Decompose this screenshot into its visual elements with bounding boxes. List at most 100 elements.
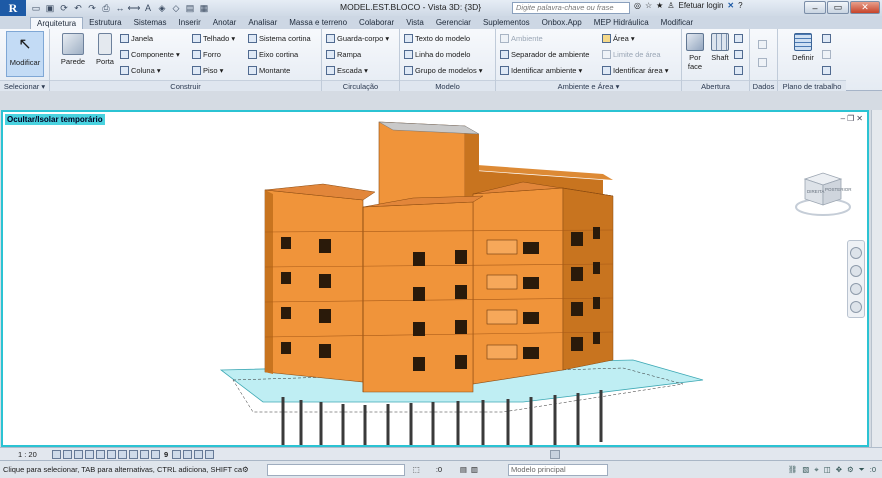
- user-icon[interactable]: ♙: [667, 1, 674, 10]
- ref-plane-button[interactable]: [822, 49, 831, 60]
- stair-button[interactable]: Escada ▾: [326, 65, 368, 76]
- select-links-icon[interactable]: ⛓: [788, 465, 798, 475]
- show-crop-icon[interactable]: [118, 449, 127, 459]
- tab-mep-hidraulica[interactable]: MEP Hidráulica: [588, 17, 655, 29]
- tab-onbox[interactable]: Onbox.App: [536, 17, 588, 29]
- binoculars-icon[interactable]: ◎: [634, 1, 641, 10]
- room-separator-button[interactable]: Separador de ambiente: [500, 49, 589, 60]
- tag-area-button[interactable]: Identificar área ▾: [602, 65, 668, 76]
- worksharing-icon[interactable]: [172, 449, 182, 459]
- close-hidden-icon[interactable]: ▦: [198, 2, 210, 14]
- panel-selecionar-label[interactable]: Selecionar ▾: [0, 80, 49, 91]
- railing-button[interactable]: Guarda-corpo ▾: [326, 33, 389, 44]
- window-button[interactable]: Janela: [120, 33, 153, 44]
- roof-button[interactable]: Telhado ▾: [192, 33, 235, 44]
- workplane-viewer-button[interactable]: [822, 65, 831, 76]
- application-menu-button[interactable]: R: [0, 0, 26, 16]
- exchange-icon[interactable]: ✕: [727, 1, 734, 10]
- steering-wheel-icon[interactable]: [850, 247, 862, 259]
- grid-button[interactable]: [758, 57, 767, 68]
- select-underlay-icon[interactable]: ▧: [802, 465, 809, 475]
- shaft-button[interactable]: Shaft: [708, 31, 732, 62]
- reveal-hidden-icon[interactable]: [151, 449, 160, 459]
- editable-only-icon[interactable]: ▥: [471, 465, 478, 474]
- background-process-icon[interactable]: ⚙: [847, 465, 854, 475]
- tab-arquitetura[interactable]: Arquitetura: [30, 17, 84, 29]
- design-option-dropdown[interactable]: Modelo principal: [508, 463, 609, 476]
- filter-icon[interactable]: ⏷: [859, 465, 865, 475]
- measure-icon[interactable]: ↔: [114, 2, 126, 14]
- tab-sistemas[interactable]: Sistemas: [128, 17, 173, 29]
- model-group-button[interactable]: Grupo de modelos ▾: [404, 65, 483, 76]
- maximize-button[interactable]: ▭: [827, 1, 849, 14]
- minimize-button[interactable]: –: [804, 1, 826, 14]
- text-icon[interactable]: A: [142, 2, 154, 14]
- constraints-icon[interactable]: [205, 449, 215, 459]
- tab-anotar[interactable]: Anotar: [207, 17, 243, 29]
- close-button[interactable]: ✕: [850, 1, 880, 14]
- worksets-icon[interactable]: ⚙: [242, 465, 249, 474]
- tab-massa-terreno[interactable]: Massa e terreno: [283, 17, 353, 29]
- panel-ambiente-label[interactable]: Ambiente e Área ▾: [496, 80, 681, 91]
- ceiling-button[interactable]: Forro: [192, 49, 221, 60]
- component-button[interactable]: Componente ▾: [120, 49, 180, 60]
- level-button[interactable]: [758, 39, 767, 50]
- viewcube-right-face[interactable]: DIREITA: [807, 189, 824, 194]
- render-icon[interactable]: [96, 449, 105, 459]
- dimension-icon[interactable]: ⟷: [128, 2, 141, 14]
- curtain-grid-button[interactable]: Eixo cortina: [248, 49, 298, 60]
- wall-opening-button[interactable]: [734, 33, 743, 44]
- area-button[interactable]: Área ▾: [602, 33, 635, 44]
- viewcube-back-face[interactable]: POSTERIOR: [825, 187, 852, 192]
- model-line-button[interactable]: Linha do modelo: [404, 49, 470, 60]
- building-model[interactable]: [3, 112, 867, 445]
- door-button[interactable]: Porta: [88, 31, 122, 66]
- redo-icon[interactable]: ↷: [86, 2, 98, 14]
- sun-path-icon[interactable]: [74, 449, 83, 459]
- room-button[interactable]: Ambiente: [500, 33, 543, 44]
- mullion-button[interactable]: Montante: [248, 65, 290, 76]
- viewcube[interactable]: DIREITA POSTERIOR: [795, 167, 852, 216]
- select-by-face-icon[interactable]: ◫: [824, 465, 831, 475]
- drag-elements-icon[interactable]: ✥: [836, 465, 842, 475]
- tab-suplementos[interactable]: Suplementos: [477, 17, 536, 29]
- undo-icon[interactable]: ↶: [72, 2, 84, 14]
- login-button[interactable]: Efetuar login: [679, 1, 724, 10]
- lock-view-icon[interactable]: [129, 449, 138, 459]
- save-icon[interactable]: ▣: [44, 2, 56, 14]
- area-boundary-button[interactable]: Limite de área: [602, 49, 661, 60]
- tab-colaborar[interactable]: Colaborar: [353, 17, 400, 29]
- tab-analisar[interactable]: Analisar: [242, 17, 283, 29]
- subscription-icon[interactable]: ☆: [645, 1, 652, 10]
- switch-windows-icon[interactable]: ▤: [184, 2, 196, 14]
- dormer-opening-button[interactable]: [734, 65, 743, 76]
- zoom-icon[interactable]: [850, 265, 862, 277]
- help-button[interactable]: ?: [738, 1, 742, 10]
- tab-inserir[interactable]: Inserir: [173, 17, 207, 29]
- detail-level-icon[interactable]: [52, 449, 61, 459]
- tab-vista[interactable]: Vista: [400, 17, 430, 29]
- column-button[interactable]: Coluna ▾: [120, 65, 161, 76]
- hide-isolate-icon[interactable]: [140, 449, 149, 459]
- vertical-scrollbar[interactable]: [871, 110, 882, 447]
- tab-modificar[interactable]: Modificar: [655, 17, 699, 29]
- curtain-system-button[interactable]: Sistema cortina: [248, 33, 311, 44]
- print-icon[interactable]: ⎙: [100, 2, 112, 14]
- select-pinned-icon[interactable]: ⌖: [814, 465, 818, 475]
- tab-gerenciar[interactable]: Gerenciar: [430, 17, 477, 29]
- tag-room-button[interactable]: Identificar ambiente ▾: [500, 65, 582, 76]
- vertical-opening-button[interactable]: [734, 49, 743, 60]
- crop-view-icon[interactable]: [107, 449, 116, 459]
- temporary-properties-icon[interactable]: [183, 449, 193, 459]
- ramp-button[interactable]: Rampa: [326, 49, 361, 60]
- view-scale[interactable]: 1 : 20: [0, 450, 52, 459]
- horizontal-scrollbar-thumb[interactable]: [550, 450, 560, 459]
- model-text-button[interactable]: Texto do modelo: [404, 33, 470, 44]
- pan-icon[interactable]: [850, 283, 862, 295]
- set-workplane-button[interactable]: Definir: [784, 31, 822, 62]
- open-icon[interactable]: ▭: [30, 2, 42, 14]
- shadows-icon[interactable]: [85, 449, 94, 459]
- tab-estrutura[interactable]: Estrutura: [83, 17, 127, 29]
- star-icon[interactable]: ★: [656, 1, 663, 10]
- 3d-view-icon[interactable]: ◈: [156, 2, 168, 14]
